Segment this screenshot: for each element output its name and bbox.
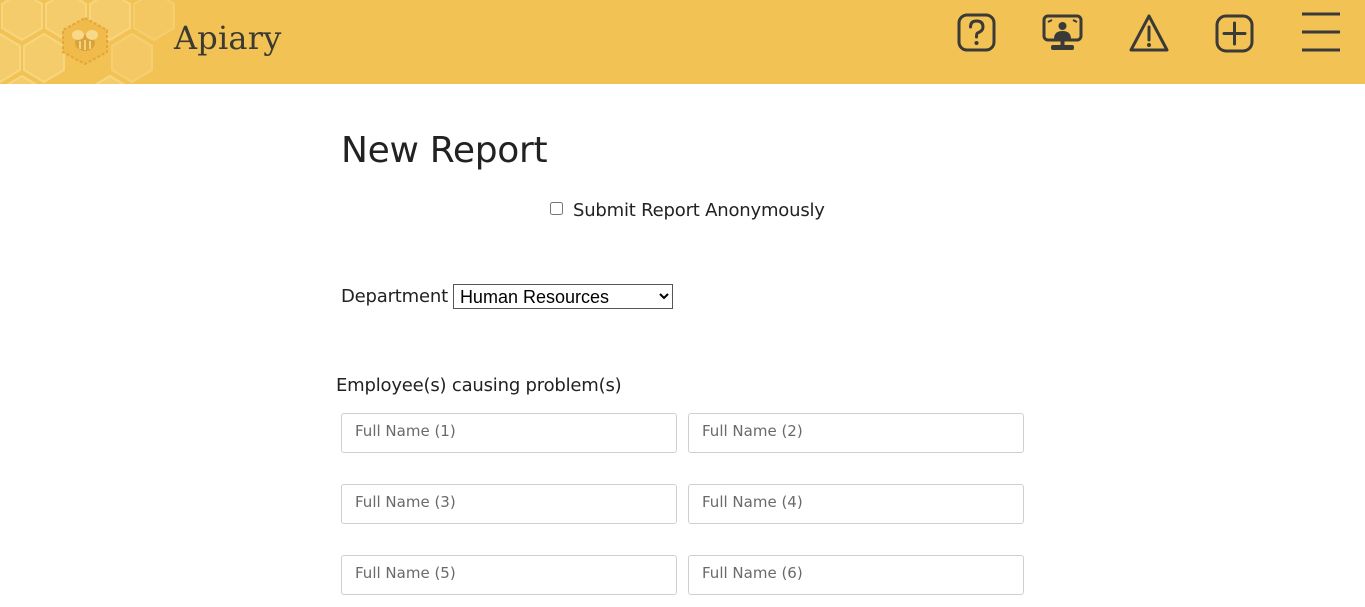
department-label: Department: [341, 286, 448, 307]
page-title: New Report: [341, 130, 548, 171]
full-name-field-5[interactable]: [341, 555, 677, 595]
department-select[interactable]: Human Resources: [452, 284, 673, 309]
add-icon[interactable]: [1213, 10, 1257, 56]
anonymous-option[interactable]: Submit Report Anonymously: [548, 200, 825, 221]
anonymous-label: Submit Report Anonymously: [573, 200, 825, 221]
full-name-field-1[interactable]: [341, 413, 677, 453]
department-row: Department Human Resources: [341, 284, 673, 309]
help-icon[interactable]: [955, 10, 999, 56]
bee-logo-icon: [62, 16, 108, 66]
employees-section-label: Employee(s) causing problem(s): [336, 375, 622, 396]
full-name-field-2[interactable]: [688, 413, 1024, 453]
full-name-field-6[interactable]: [688, 555, 1024, 595]
full-name-field-4[interactable]: [688, 484, 1024, 524]
presentation-icon[interactable]: [1041, 10, 1085, 56]
anonymous-checkbox[interactable]: [550, 202, 563, 215]
top-bar: Apiary: [0, 0, 1365, 84]
menu-icon[interactable]: [1299, 10, 1343, 56]
full-name-field-3[interactable]: [341, 484, 677, 524]
warning-icon[interactable]: [1127, 10, 1171, 56]
app-title[interactable]: Apiary: [174, 19, 281, 57]
